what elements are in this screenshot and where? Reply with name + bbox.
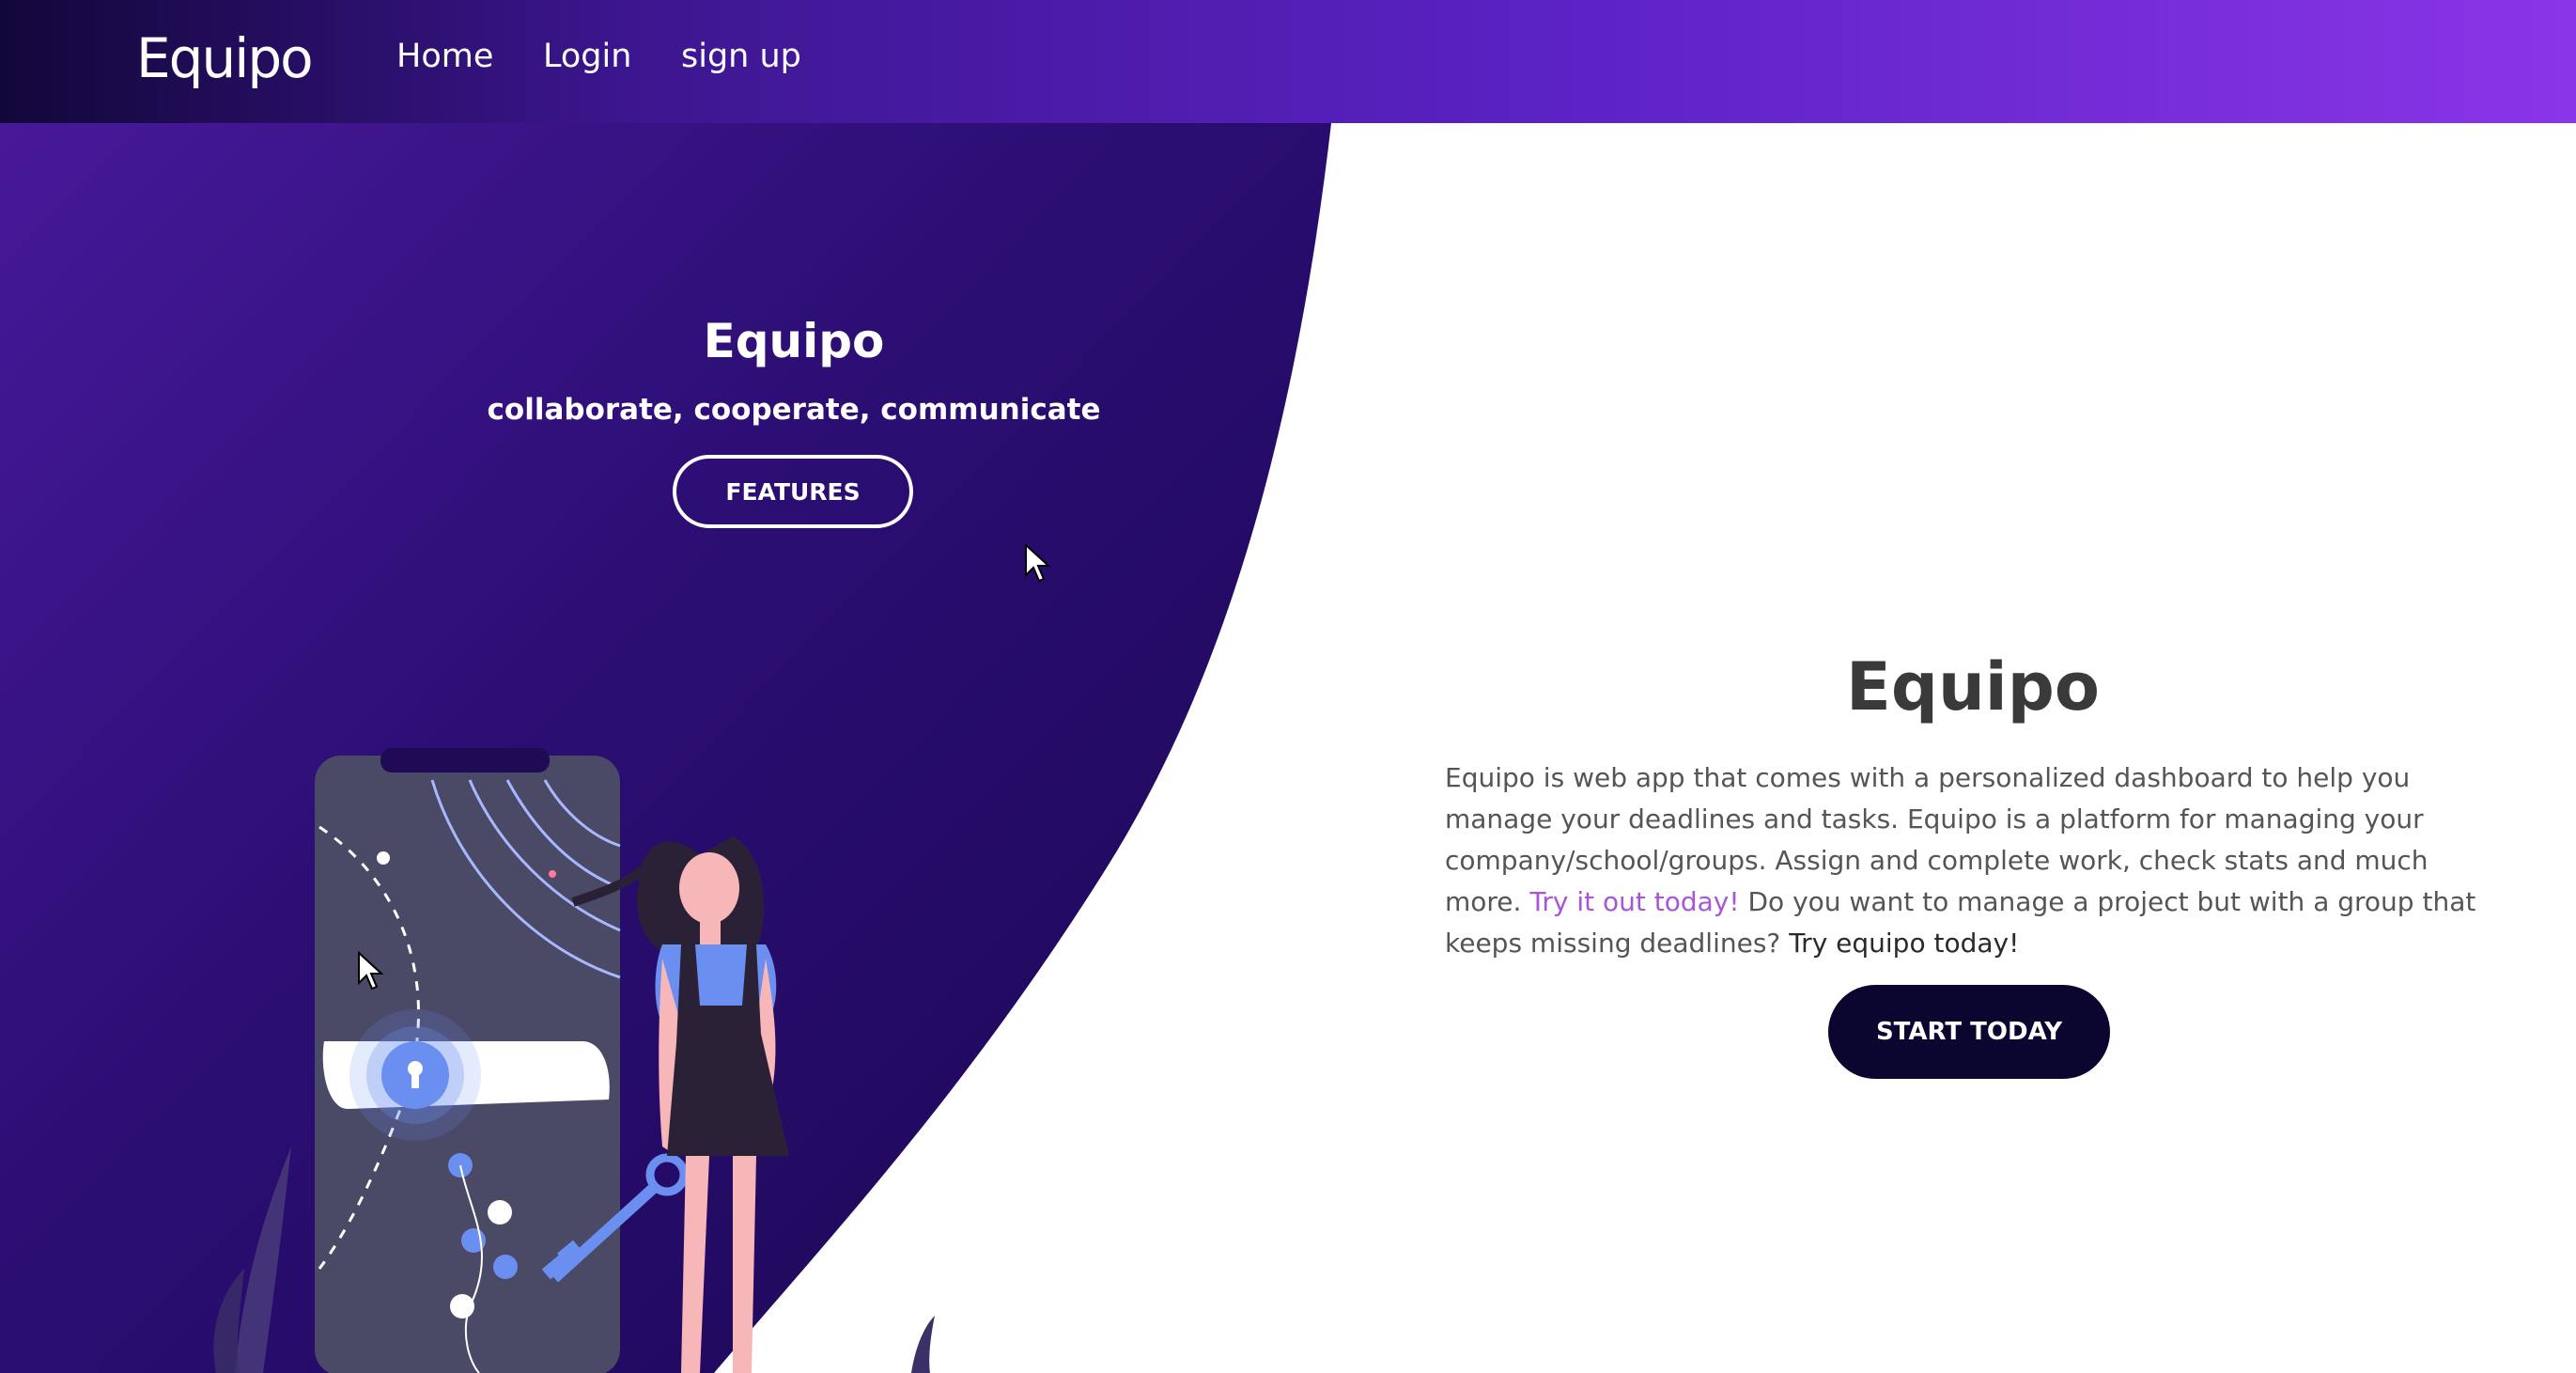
nav-home-link[interactable]: Home <box>396 38 493 75</box>
brand-logo[interactable]: Equipo <box>136 26 314 90</box>
cursor-icon <box>358 951 384 991</box>
start-today-button[interactable]: START TODAY <box>1828 985 2110 1079</box>
nav-login-link[interactable]: Login <box>543 38 631 75</box>
landing-page: Equipo Home Login sign up Equipo collabo… <box>0 0 2576 1373</box>
about-desc-emph: Try equipo today! <box>1789 928 2020 959</box>
about-title: Equipo <box>1846 648 2100 726</box>
try-it-link[interactable]: Try it out today! <box>1529 886 1739 917</box>
features-button[interactable]: FEATURES <box>673 455 913 528</box>
top-navbar: Equipo Home Login sign up <box>0 0 2576 123</box>
hero-illustration <box>213 748 935 1373</box>
hero-title: Equipo <box>703 314 885 368</box>
plant-leaf <box>235 1147 291 1373</box>
nav-signup-link[interactable]: sign up <box>681 38 801 75</box>
hero-tagline: collaborate, cooperate, communicate <box>487 393 1101 427</box>
plant-leaf <box>911 1316 935 1373</box>
about-description: Equipo is web app that comes with a pers… <box>1445 757 2506 964</box>
cursor-icon <box>1025 543 1051 583</box>
